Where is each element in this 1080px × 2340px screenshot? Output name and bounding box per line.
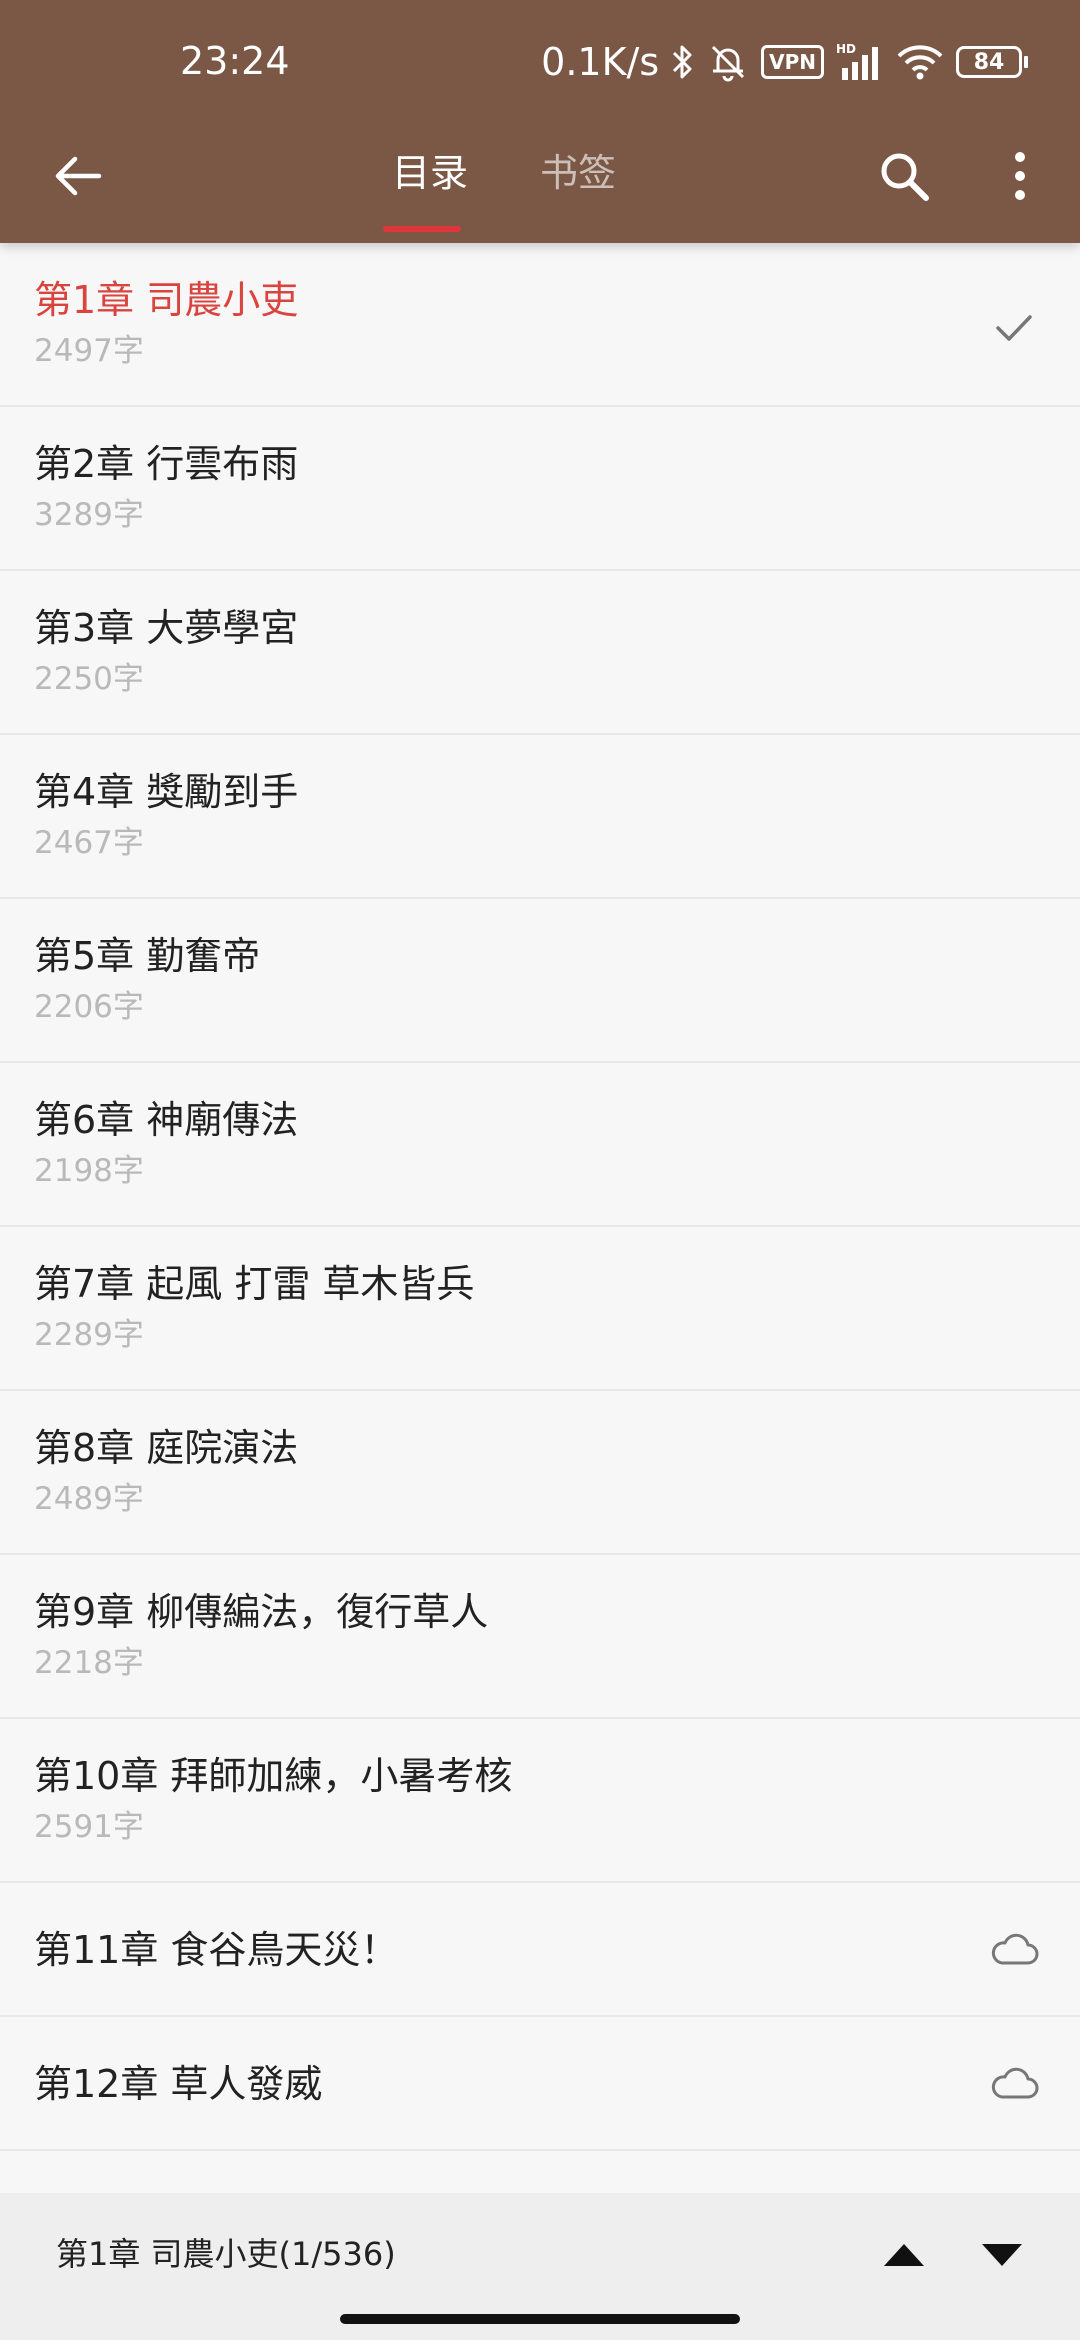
scroll-down-button[interactable]: [974, 2231, 1030, 2279]
chapter-item[interactable]: 第12章 草人發威: [0, 2017, 1080, 2151]
tab-bookmark[interactable]: 书签: [528, 138, 628, 208]
chapter-item[interactable]: 第9章 柳傳編法，復行草人 2218字: [0, 1555, 1080, 1719]
tab-indicator: [383, 226, 461, 232]
search-button[interactable]: [870, 142, 938, 210]
chapter-item[interactable]: 第11章 食谷鳥天災！: [0, 1883, 1080, 2017]
check-icon: [996, 315, 1032, 341]
chapter-title: 第12章 草人發威: [34, 2062, 323, 2106]
chapter-title: 第9章 柳傳編法，復行草人: [34, 1590, 489, 1634]
chapter-title: 第7章 起風 打雷 草木皆兵: [34, 1262, 475, 1306]
chapter-item[interactable]: 第10章 拜師加練，小暑考核 2591字: [0, 1719, 1080, 1883]
chapter-item[interactable]: 第6章 神廟傳法 2198字: [0, 1063, 1080, 1227]
current-chapter-label: 第1章 司農小吏(1/536): [56, 2235, 396, 2273]
bottom-bar: 第1章 司農小吏(1/536): [0, 2193, 1080, 2340]
chapter-word-count: 2250字: [34, 661, 144, 697]
status-bar: 23:24 0.1K/s VPN HD 84: [0, 0, 1080, 122]
chapter-item[interactable]: 第3章 大夢學宮 2250字: [0, 571, 1080, 735]
chapter-item[interactable]: 第5章 勤奮帝 2206字: [0, 899, 1080, 1063]
wifi-icon: [896, 42, 944, 82]
battery-tip: [1024, 56, 1028, 68]
tab-toc[interactable]: 目录: [383, 138, 477, 208]
chapter-item[interactable]: 第4章 獎勵到手 2467字: [0, 735, 1080, 899]
chapter-list: 第1章 司農小吏 2497字 第2章 行雲布雨 3289字 第3章 大夢學宮 2…: [0, 243, 1080, 2151]
chapter-item[interactable]: 第8章 庭院演法 2489字: [0, 1391, 1080, 1555]
chapter-word-count: 2218字: [34, 1645, 144, 1681]
net-speed: 0.1K/s: [541, 40, 660, 84]
status-time: 23:24: [180, 39, 290, 83]
back-button[interactable]: [46, 144, 110, 208]
vpn-icon: VPN: [761, 45, 824, 79]
search-icon: [881, 153, 929, 201]
triangle-down-icon: [982, 2244, 1022, 2266]
chapter-title: 第5章 勤奮帝: [34, 934, 261, 978]
chapter-title: 第1章 司農小吏: [34, 278, 299, 322]
scroll-up-button[interactable]: [876, 2231, 932, 2279]
bluetooth-icon: [671, 42, 695, 82]
signal-icon: HD: [836, 42, 884, 82]
chapter-word-count: 2497字: [34, 333, 144, 369]
hd-label: HD: [836, 42, 856, 56]
mute-bell-icon: [707, 41, 749, 83]
chapter-word-count: 2289字: [34, 1317, 144, 1353]
chapter-title: 第10章 拜師加練，小暑考核: [34, 1754, 513, 1798]
toolbar: 目录 书签: [0, 122, 1080, 243]
app-header: 23:24 0.1K/s VPN HD 84 目录 书签: [0, 0, 1080, 243]
chapter-word-count: 3289字: [34, 497, 144, 533]
chapter-item[interactable]: 第7章 起風 打雷 草木皆兵 2289字: [0, 1227, 1080, 1391]
chapter-word-count: 2467字: [34, 825, 144, 861]
chapter-word-count: 2198字: [34, 1153, 144, 1189]
more-vertical-icon: [1015, 152, 1025, 200]
chapter-item[interactable]: 第1章 司農小吏 2497字: [0, 243, 1080, 407]
more-button[interactable]: [990, 142, 1050, 210]
chapter-item[interactable]: 第2章 行雲布雨 3289字: [0, 407, 1080, 571]
chapter-title: 第3章 大夢學宮: [34, 606, 299, 650]
chapter-title: 第2章 行雲布雨: [34, 442, 299, 486]
chapter-title: 第8章 庭院演法: [34, 1426, 299, 1470]
battery-icon: 84: [956, 46, 1028, 78]
arrow-left-icon: [55, 156, 102, 196]
chapter-word-count: 2591字: [34, 1809, 144, 1845]
cloud-icon: [991, 2067, 1039, 2099]
battery-level: 84: [956, 46, 1022, 78]
chapter-title: 第6章 神廟傳法: [34, 1098, 299, 1142]
chapter-word-count: 2206字: [34, 989, 144, 1025]
status-icons: 0.1K/s VPN HD 84: [541, 36, 1028, 88]
chapter-title: 第4章 獎勵到手: [34, 770, 299, 814]
chapter-title: 第11章 食谷鳥天災！: [34, 1928, 399, 1972]
home-indicator[interactable]: [340, 2314, 740, 2324]
triangle-up-icon: [884, 2244, 924, 2266]
chapter-word-count: 2489字: [34, 1481, 144, 1517]
cloud-icon: [991, 1933, 1039, 1965]
